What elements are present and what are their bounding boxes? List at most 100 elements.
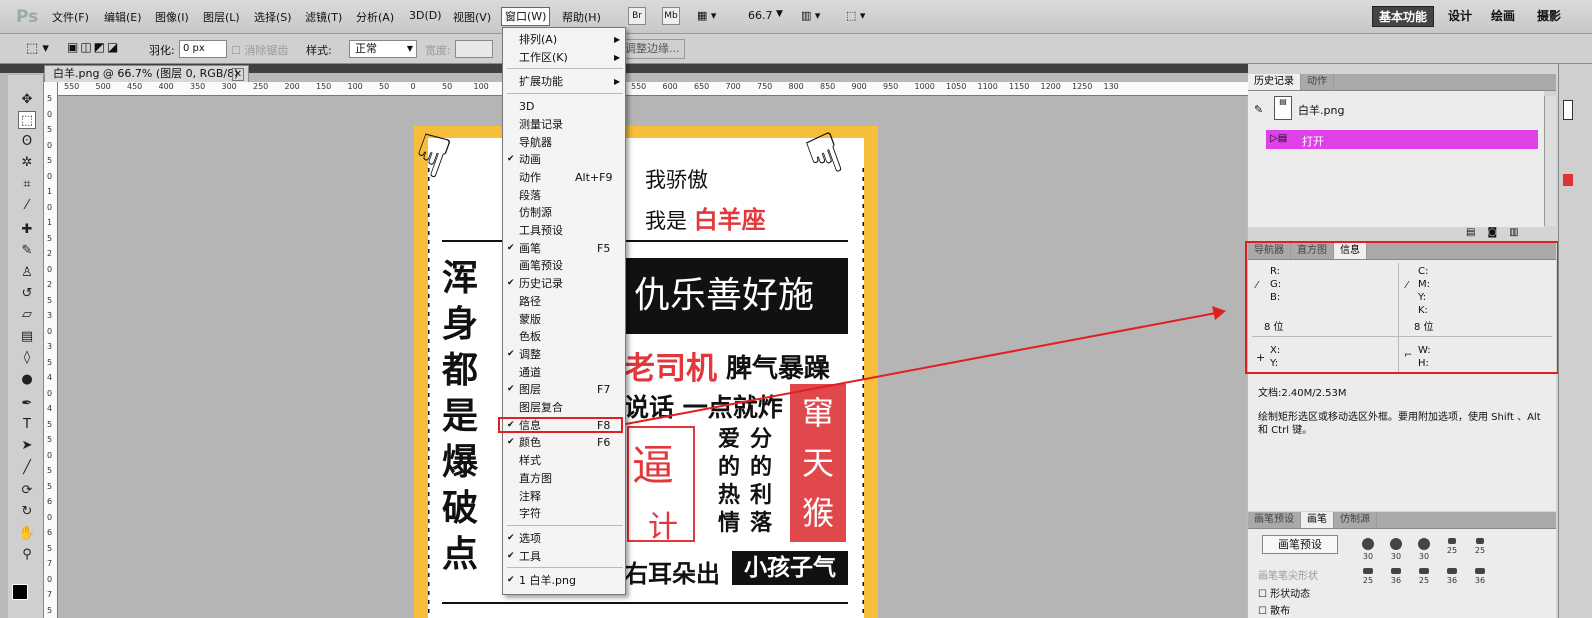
screen-mode-icon[interactable]: ⬚ ▾ — [846, 9, 865, 22]
bridge-button[interactable]: Br — [628, 7, 646, 25]
tab-brush[interactable]: 画笔 — [1301, 512, 1334, 528]
menu-filter[interactable]: 滤镜(T) — [305, 9, 342, 25]
window-menu-item[interactable]: ✔ 调整 — [503, 346, 625, 363]
document-tab[interactable]: 白羊.png @ 66.7% (图层 0, RGB/8) ✕ — [44, 65, 249, 83]
window-menu-item[interactable]: 3D — [503, 98, 625, 115]
brush-tip-preset[interactable]: 30 — [1410, 535, 1438, 565]
snapshot-thumbnail[interactable]: ▤ — [1274, 96, 1292, 120]
color-panel-icon[interactable] — [1563, 174, 1573, 186]
window-menu-item[interactable]: 扩展功能 ▶ — [503, 73, 625, 90]
brush-tip-preset[interactable]: 36 — [1438, 565, 1466, 595]
history-panel-actions-icons[interactable]: ▤◙▥ — [1466, 227, 1531, 238]
3d-rotate-tool-icon[interactable]: ⟳ — [18, 482, 36, 500]
menu-image[interactable]: 图像(I) — [155, 9, 189, 25]
marquee-preset-icon[interactable]: ⬚ ▾ — [26, 41, 49, 56]
window-menu-item[interactable]: ✔ 工具 — [503, 548, 625, 565]
brush-tip-preset[interactable]: 25 — [1354, 565, 1382, 595]
workspace-essentials[interactable]: 基本功能 — [1372, 6, 1435, 27]
workspace-design[interactable]: 设计 — [1448, 7, 1472, 24]
3d-orbit-tool-icon[interactable]: ↻ — [18, 503, 36, 521]
zoom-tool-icon[interactable]: ⚲ — [18, 546, 36, 564]
brush-source-icon[interactable]: ✎ — [1254, 103, 1263, 116]
gradient-tool-icon[interactable]: ▤ — [18, 328, 36, 346]
window-menu-item[interactable]: ✔ 1 白羊.png — [503, 572, 625, 589]
type-tool-icon[interactable]: T — [18, 416, 36, 434]
shape-dynamics-option[interactable]: ☐ 形状动态 — [1258, 585, 1310, 600]
panel-icon[interactable] — [1563, 100, 1573, 120]
style-select[interactable]: 正常 ▼ — [349, 40, 417, 58]
window-menu-item[interactable]: 注释 — [503, 488, 625, 505]
shape-tool-icon[interactable]: ╱ — [18, 459, 36, 477]
feather-input[interactable]: 0 px — [179, 40, 227, 58]
brush-tip-preset[interactable]: 30 — [1354, 535, 1382, 565]
menu-select[interactable]: 选择(S) — [254, 9, 292, 25]
refine-edge-button[interactable]: 调整边缘... — [620, 39, 685, 59]
window-menu-item[interactable]: 工作区(K) ▶ — [503, 49, 625, 66]
brush-tool-icon[interactable]: ✎ — [18, 242, 36, 260]
mini-bridge-button[interactable]: Mb — [662, 7, 680, 25]
window-menu-item[interactable]: 蒙版 — [503, 311, 625, 328]
window-menu-item[interactable]: 图层复合 — [503, 399, 625, 416]
window-menu-item[interactable]: 测量记录 — [503, 116, 625, 133]
brush-tip-preset[interactable]: 25 — [1438, 535, 1466, 565]
width-input[interactable] — [455, 40, 493, 58]
window-menu-item[interactable]: ✔ 动画 — [503, 151, 625, 168]
window-menu-item[interactable]: 画笔预设 — [503, 257, 625, 274]
eyedropper-tool-icon[interactable]: ⁄ — [18, 197, 36, 215]
brush-tip-preset[interactable]: 36 — [1466, 565, 1494, 595]
crop-tool-icon[interactable]: ⌗ — [18, 176, 36, 194]
menu-layer[interactable]: 图层(L) — [203, 9, 240, 25]
window-menu-item[interactable]: 段落 — [503, 187, 625, 204]
tab-history[interactable]: 历史记录 — [1248, 74, 1301, 90]
marquee-tool-icon[interactable]: ⬚ — [18, 111, 36, 129]
window-menu-item[interactable]: 通道 — [503, 364, 625, 381]
window-menu-item[interactable]: ✔ 选项 — [503, 530, 625, 547]
brush-tip-preset[interactable]: 36 — [1382, 565, 1410, 595]
dodge-tool-icon[interactable]: ● — [18, 371, 36, 389]
foreground-color-swatch[interactable] — [12, 584, 28, 600]
brush-tip-preset[interactable]: 30 — [1382, 535, 1410, 565]
menu-3d[interactable]: 3D(D) — [409, 9, 442, 22]
window-menu-item[interactable]: 路径 — [503, 293, 625, 310]
path-select-tool-icon[interactable]: ➤ — [18, 437, 36, 455]
window-menu-item[interactable]: ✔ 颜色 F6 — [503, 434, 625, 451]
stamp-tool-icon[interactable]: ♙ — [18, 264, 36, 282]
snapshot-name[interactable]: 白羊.png — [1298, 102, 1344, 118]
brush-tip-preset[interactable]: 25 — [1410, 565, 1438, 595]
history-scrollbar[interactable] — [1544, 96, 1556, 226]
brush-presets-button[interactable]: 画笔预设 — [1262, 535, 1338, 554]
eraser-tool-icon[interactable]: ▱ — [18, 306, 36, 324]
window-menu-item[interactable]: 色板 — [503, 328, 625, 345]
view-extras-icon[interactable]: ▦ ▾ — [697, 9, 716, 22]
tab-brush-presets[interactable]: 画笔预设 — [1248, 512, 1301, 528]
window-menu-item[interactable]: 仿制源 — [503, 204, 625, 221]
move-tool-icon[interactable]: ✥ — [18, 91, 36, 109]
menu-edit[interactable]: 编辑(E) — [104, 9, 142, 25]
window-menu-item[interactable]: 排列(A) ▶ — [503, 31, 625, 48]
window-menu-item[interactable]: 工具预设 — [503, 222, 625, 239]
window-menu-item[interactable]: ✔ 历史记录 — [503, 275, 625, 292]
tab-actions[interactable]: 动作 — [1301, 74, 1334, 90]
healing-tool-icon[interactable]: ✚ — [18, 221, 36, 239]
close-icon[interactable]: ✕ — [231, 68, 244, 81]
window-menu-item[interactable]: 直方图 — [503, 470, 625, 487]
menu-analysis[interactable]: 分析(A) — [356, 9, 394, 25]
arrange-documents-icon[interactable]: ▥ ▾ — [801, 9, 820, 22]
menu-view[interactable]: 视图(V) — [453, 9, 491, 25]
brush-tip-preset[interactable]: 25 — [1466, 535, 1494, 565]
menu-window[interactable]: 窗口(W) — [501, 7, 551, 26]
history-brush-tool-icon[interactable]: ↺ — [18, 285, 36, 303]
workspace-photography[interactable]: 摄影 — [1537, 7, 1561, 24]
blur-tool-icon[interactable]: ◊ — [18, 349, 36, 367]
tab-clone-source[interactable]: 仿制源 — [1334, 512, 1377, 528]
lasso-tool-icon[interactable]: ʘ — [18, 133, 36, 151]
window-menu-item[interactable]: 导航器 — [503, 134, 625, 151]
workspace-painting[interactable]: 绘画 — [1491, 7, 1515, 24]
window-menu-item[interactable]: 动作 Alt+F9 — [503, 169, 625, 186]
pen-tool-icon[interactable]: ✒ — [18, 395, 36, 413]
menu-file[interactable]: 文件(F) — [52, 9, 89, 25]
zoom-dropdown-icon[interactable]: ▼ — [776, 9, 783, 19]
antialias-checkbox[interactable]: ☐ 消除锯齿 — [231, 42, 288, 58]
selection-mode-icons[interactable]: ▣◫◩◪ — [67, 40, 120, 54]
quick-select-tool-icon[interactable]: ✲ — [18, 154, 36, 172]
